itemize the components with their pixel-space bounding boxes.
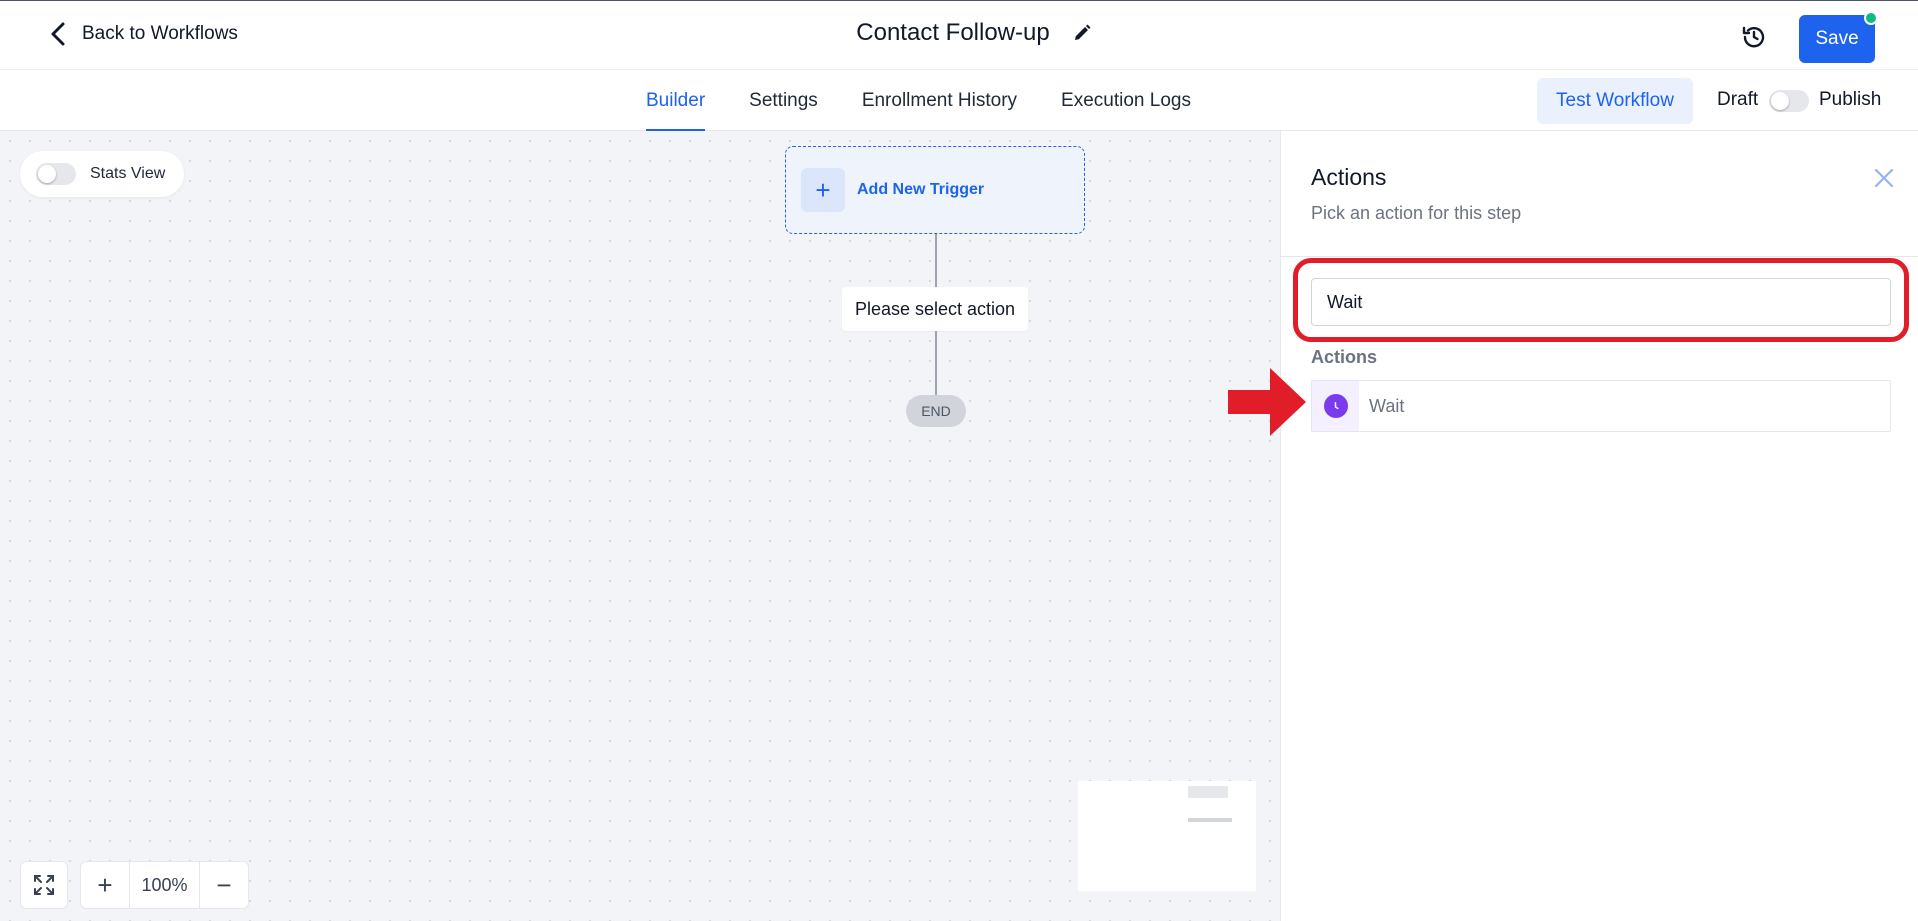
unsaved-status-dot [1864,11,1878,25]
zoom-in-button[interactable]: + [81,862,129,908]
draft-label: Draft [1717,89,1759,110]
expand-icon [34,875,54,895]
pencil-icon[interactable] [1072,23,1092,43]
actions-panel: Actions Pick an action for this step Act… [1280,131,1918,921]
minimap-node [1188,818,1232,822]
clock-history-icon[interactable] [1740,23,1768,51]
action-icon-cell [1312,381,1359,431]
red-arrow-annotation [1228,368,1306,436]
workflow-canvas[interactable]: Stats View + Add New Trigger Please sele… [0,131,1280,921]
test-workflow-button[interactable]: Test Workflow [1537,78,1693,124]
chevron-left-icon [51,22,65,46]
tab-builder[interactable]: Builder [646,70,706,131]
fit-view-button[interactable] [20,861,68,909]
add-trigger-label: Add New Trigger [857,181,985,198]
highlight-annotation [1293,258,1909,342]
toggle-knob [1771,92,1789,110]
zoom-out-button[interactable]: − [200,862,248,908]
tab-enrollment-history[interactable]: Enrollment History [862,70,1017,131]
publish-toggle[interactable] [1769,90,1809,112]
add-new-trigger-node[interactable]: + Add New Trigger [785,146,1085,234]
zoom-level: 100% [129,862,200,908]
select-action-node[interactable]: Please select action [842,287,1028,331]
minimap[interactable] [1078,781,1256,891]
stats-view-label: Stats View [90,165,166,182]
back-label: Back to Workflows [82,23,238,44]
connector-line [935,331,937,395]
action-option-label: Wait [1369,395,1405,416]
tab-settings[interactable]: Settings [749,70,818,131]
zoom-controls: + 100% − [80,861,249,909]
publish-label: Publish [1819,89,1882,110]
panel-title: Actions [1311,164,1387,190]
workflow-title: Contact Follow-up [856,19,1050,46]
workflow-tabs-bar: Builder Settings Enrollment History Exec… [0,70,1918,131]
stats-view-toggle[interactable] [36,163,76,185]
divider [1281,256,1918,257]
stats-view-control: Stats View [20,151,184,197]
top-header: Back to Workflows Contact Follow-up Save [0,0,1918,70]
panel-subtitle: Pick an action for this step [1311,203,1522,223]
end-node: END [906,395,966,427]
plus-icon: + [801,168,845,212]
section-label: Actions [1311,347,1378,367]
save-button[interactable]: Save [1799,15,1875,63]
tab-list: Builder Settings Enrollment History Exec… [646,70,1191,131]
clock-icon [1323,394,1348,418]
connector-line [935,234,937,287]
toggle-knob [38,165,56,183]
back-to-workflows-link[interactable]: Back to Workflows [48,21,238,47]
action-option-wait[interactable]: Wait [1311,380,1891,432]
minimap-node [1188,786,1228,798]
tab-execution-logs[interactable]: Execution Logs [1061,70,1191,131]
close-icon[interactable] [1873,167,1895,189]
